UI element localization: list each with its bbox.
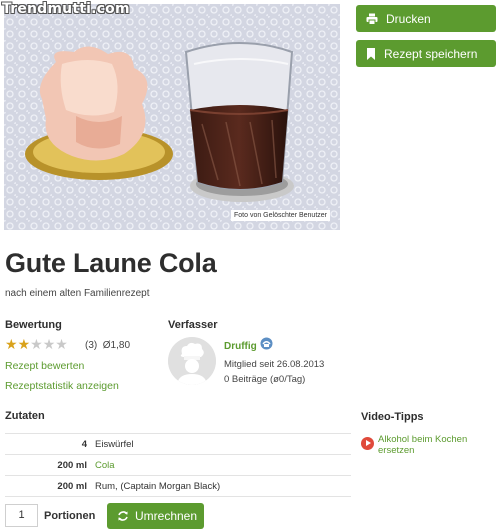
recipe-subtitle: nach einem alten Familienrezept [5,288,150,299]
recipe-stats-link[interactable]: Rezeptstatistik anzeigen [5,380,119,392]
ingredient-name: Rum, (Captain Morgan Black) [95,480,221,492]
printer-icon [366,13,378,25]
bookmark-icon [367,47,375,60]
play-icon [361,437,374,450]
ingredient-name: Eiswürfel [95,438,134,450]
ingredient-amount: 200 ml [57,480,87,492]
video-tip-item[interactable]: Alkohol beim Kochen ersetzen [361,434,496,456]
ingredient-link[interactable]: Cola [92,455,351,476]
ingredients-table: 4 Eiswürfel 200 ml Cola 200 ml Rum, (Cap… [5,433,351,497]
star-empty-icon: ★ [30,336,43,352]
convert-button[interactable]: Umrechnen [107,503,204,529]
save-recipe-button[interactable]: Rezept speichern [356,40,496,67]
rating-heading: Bewertung [5,319,62,331]
star-filled-icon: ★ [17,336,31,352]
photo-credit: Foto von Gelöschter Benutzer [231,210,330,221]
author-member-since: Mitglied seit 26.08.2013 [224,359,325,370]
author-badge-icon [260,337,273,350]
ingredient-amount: 200 ml [57,459,87,471]
star-empty-icon: ★ [55,336,68,352]
convert-button-label: Umrechnen [135,509,198,523]
save-recipe-button-label: Rezept speichern [384,46,478,61]
print-button[interactable]: Drucken [356,5,496,32]
author-contributions: 0 Beiträge (ø0/Tag) [224,374,306,385]
table-row: 200 ml Rum, (Captain Morgan Black) [5,475,351,497]
rating-stars[interactable]: ★ ★ ★ ★ ★ [5,337,68,351]
table-row: 4 Eiswürfel [5,433,351,455]
chef-avatar-icon [168,337,216,385]
recipe-photo[interactable]: Foto von Gelöschter Benutzer [4,4,340,230]
print-button-label: Drucken [386,11,431,26]
recipe-photo-image [4,4,340,230]
avatar[interactable] [168,337,216,385]
ingredients-heading: Zutaten [5,410,45,422]
watermark: Trendmutti.com [2,1,130,17]
star-empty-icon: ★ [42,336,56,352]
author-name-link[interactable]: Druffig [224,341,257,352]
ingredient-amount: 4 [81,438,87,450]
recipe-title: Gute Laune Cola [5,248,217,278]
table-row: 200 ml Cola [5,454,351,476]
refresh-icon [118,511,128,521]
rate-recipe-link[interactable]: Rezept bewerten [5,360,84,372]
video-tip-link[interactable]: Alkohol beim Kochen ersetzen [378,434,496,456]
rating-summary: (3) Ø1,80 [85,340,131,351]
star-filled-icon: ★ [5,336,18,352]
video-tips-heading: Video-Tipps [361,411,424,423]
portions-input[interactable]: 1 [5,504,38,527]
portions-label: Portionen [44,510,96,522]
author-heading: Verfasser [168,319,218,331]
